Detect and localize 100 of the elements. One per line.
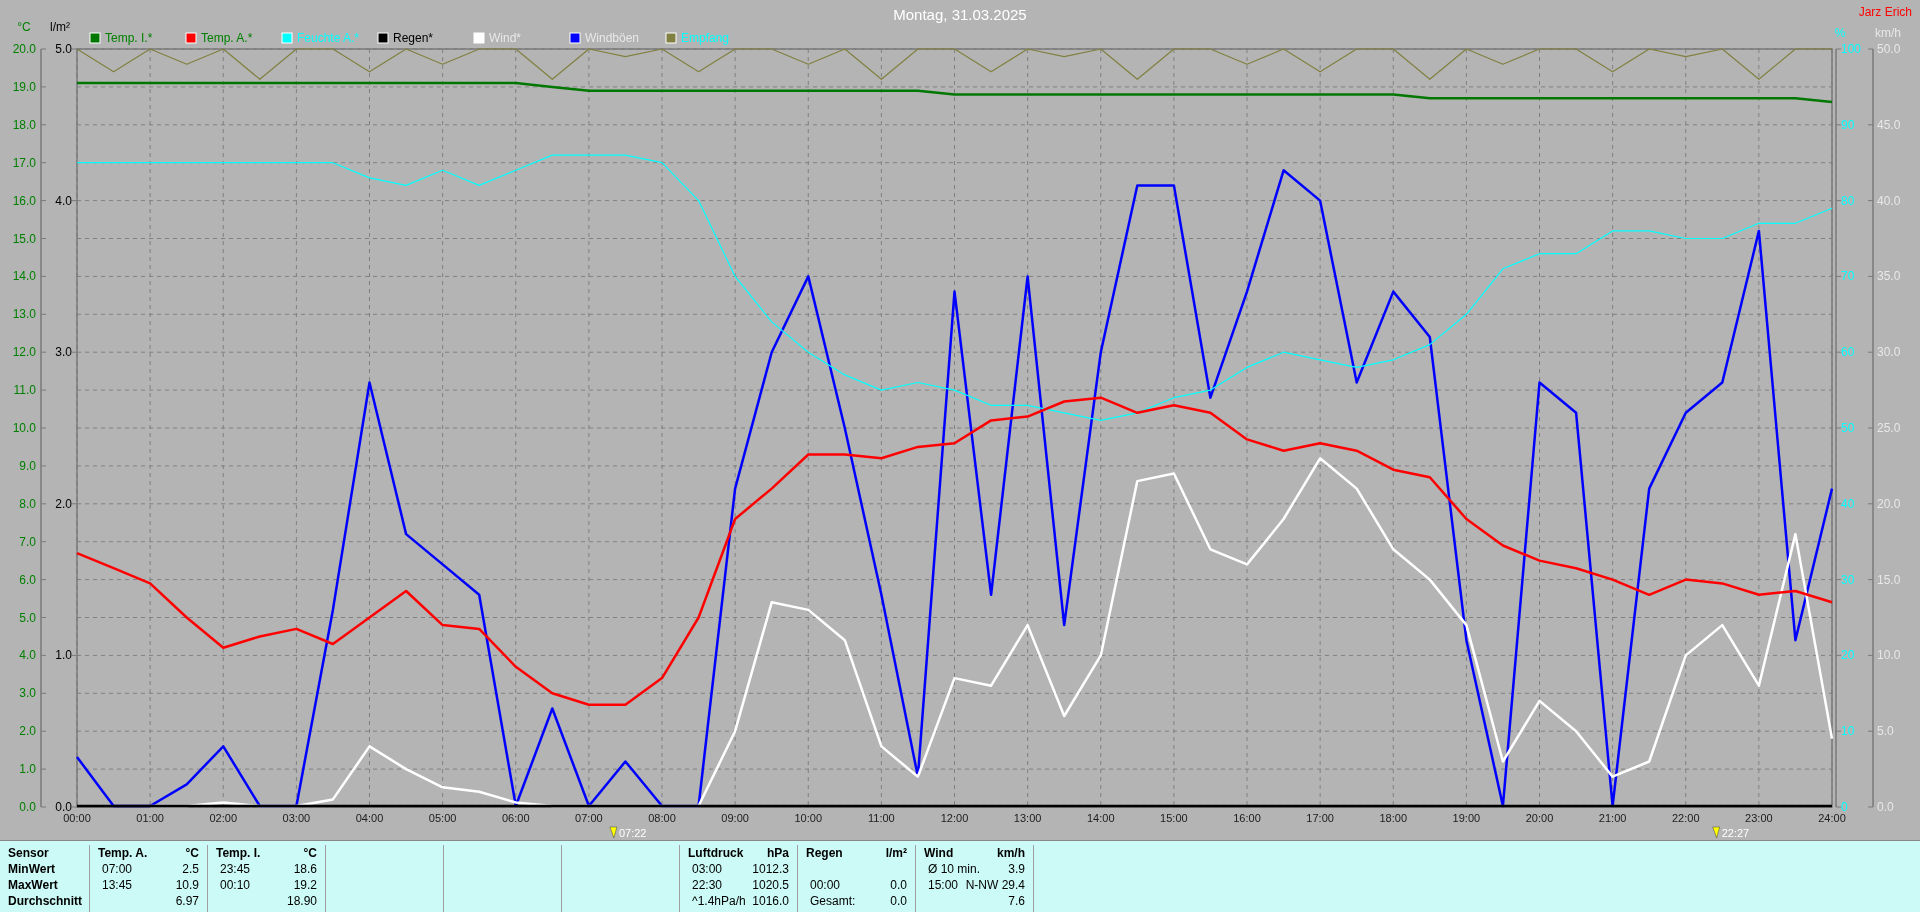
axis-tick-label: 09:00	[721, 812, 749, 824]
axis-tick-label: 17.0	[12, 155, 36, 170]
axis-tick-label: 13:00	[1013, 812, 1042, 824]
axis-tick-label: 20	[1841, 648, 1855, 663]
axis-tick-label: 90	[1841, 117, 1855, 132]
column-header: Luftdruck	[688, 845, 744, 861]
row-label: Durchschnitt	[8, 893, 83, 909]
axis-tick-label: 02:00	[209, 812, 237, 824]
axis-tick-label: 18.0	[12, 117, 36, 132]
table-cell: 18.90	[286, 893, 317, 909]
unit-header: °C	[185, 845, 199, 861]
table-cell-text: 23:45	[219, 861, 251, 877]
table-cell-text: 07:00	[101, 861, 133, 877]
axis-unit-label: %	[1834, 26, 1846, 40]
axis-unit-label: °C	[17, 20, 31, 34]
axis-tick-label: 22:00	[1672, 812, 1700, 824]
axis-tick-label: 23:00	[1745, 812, 1773, 824]
axis-tick-label: 2.0	[55, 496, 72, 511]
axis-unit-label: l/m²	[50, 20, 70, 34]
axis-tick-label: 0.0	[19, 800, 36, 814]
axis-tick-label: 50	[1841, 421, 1855, 435]
axis-tick-label: 30	[1841, 572, 1855, 587]
row-label: MinWert	[8, 861, 57, 877]
axis-tick-label: 00:00	[63, 812, 91, 824]
axis-tick-label: 07:00	[575, 812, 603, 824]
column-header: Temp. A.	[98, 845, 148, 861]
column-header: Temp. I.	[216, 845, 261, 861]
axis-tick-label: 03:00	[282, 812, 311, 824]
unit-header: l/m²	[885, 845, 907, 861]
axis-tick-label: 3.0	[55, 345, 72, 360]
annotation-label: 07:22	[618, 827, 647, 839]
table-cell: 6.97	[175, 893, 199, 909]
axis-tick-label: 15.0	[12, 231, 36, 246]
axis-tick-label: 15:00	[1160, 812, 1188, 824]
table-cell: 0.0	[890, 893, 907, 909]
table-cell: 19.2	[293, 877, 317, 893]
axis-tick-label: 01:00	[136, 812, 164, 824]
axis-tick-label: 10.0	[12, 421, 36, 435]
axis-tick-label: 1.0	[19, 762, 36, 777]
annotation-label: 22:27	[1721, 827, 1750, 839]
axis-tick-label: 14:00	[1087, 812, 1115, 824]
axis-tick-label: 12:00	[940, 812, 969, 824]
axis-tick-label: 7.0	[19, 534, 36, 549]
axis-tick-label: 13.0	[12, 307, 36, 322]
table-cell: 18.6	[293, 861, 317, 877]
column-header: Wind	[924, 845, 954, 861]
table-cell-text: 22:30	[691, 877, 723, 893]
axis-tick-label: 04:00	[355, 812, 384, 824]
table-header: Sensor	[8, 845, 50, 861]
table-cell-text: ^1.4hPa/h	[691, 893, 746, 909]
table-cell-text: 00:00	[809, 877, 841, 893]
table-cell: 1016.0	[752, 893, 789, 909]
unit-header: km/h	[997, 845, 1025, 861]
unit-header: °C	[303, 845, 317, 861]
table-cell: 1020.5	[752, 877, 789, 893]
axis-tick-label: 0.0	[55, 800, 72, 814]
axis-tick-label: 10	[1841, 724, 1855, 739]
axis-tick-label: 11:00	[868, 812, 895, 824]
table-cell: 7.6	[1008, 893, 1025, 909]
axis-tick-label: 11.0	[13, 383, 36, 398]
table-cell-text: Ø 10 min.	[927, 861, 981, 877]
axis-tick-label: 16:00	[1233, 812, 1261, 824]
axis-tick-label: 17:00	[1306, 812, 1334, 824]
axis-tick-label: 1.0	[55, 648, 72, 663]
table-cell-text: Gesamt:	[809, 893, 856, 909]
table-cell-text: 13:45	[101, 877, 133, 893]
legend-label: Temp. I.*	[105, 31, 153, 45]
axis-tick-label: 21:00	[1598, 812, 1627, 824]
axis-tick-label: 4.0	[19, 648, 36, 663]
axis-tick-label: 70	[1841, 269, 1855, 284]
legend-label: Feuchte A.*	[297, 31, 360, 45]
axis-tick-label: 12.0	[12, 345, 36, 360]
axis-tick-label: 9.0	[19, 458, 36, 473]
table-cell: 2.5	[182, 861, 199, 877]
column-header: Regen	[806, 845, 843, 861]
axis-tick-label: 14.0	[12, 269, 36, 284]
table-cell-text: 15:00	[927, 877, 959, 893]
table-cell-text: 03:00	[691, 861, 723, 877]
table-cell: 0.0	[890, 877, 907, 893]
chart-title: Montag, 31.03.2025	[893, 6, 1027, 23]
legend-label: Empfang	[681, 31, 730, 45]
table-cell: 3.9	[1008, 861, 1025, 877]
axis-tick-label: 20.0	[12, 42, 36, 56]
axis-tick-label: 40	[1841, 496, 1855, 511]
axis-tick-label: 19.0	[12, 79, 36, 94]
axis-tick-label: 08:00	[648, 812, 676, 824]
axis-tick-label: 60	[1841, 345, 1855, 360]
axis-tick-label: 05:00	[428, 812, 457, 824]
axis-tick-label: 2.0	[19, 724, 36, 739]
legend-label: Regen*	[393, 31, 434, 45]
axis-tick-label: 18:00	[1379, 812, 1407, 824]
axis-tick-label: 0	[1841, 800, 1848, 814]
legend-label: Temp. A.*	[201, 31, 253, 45]
table-cell: 1012.3	[752, 861, 789, 877]
axis-tick-label: 20:00	[1525, 812, 1554, 824]
table-cell: N-NW 29.4	[965, 877, 1025, 893]
axis-tick-label: 10:00	[794, 812, 822, 824]
axis-tick-label: 100	[1841, 42, 1862, 56]
table-cell: 10.9	[175, 877, 199, 893]
axis-tick-label: 6.0	[19, 572, 36, 587]
